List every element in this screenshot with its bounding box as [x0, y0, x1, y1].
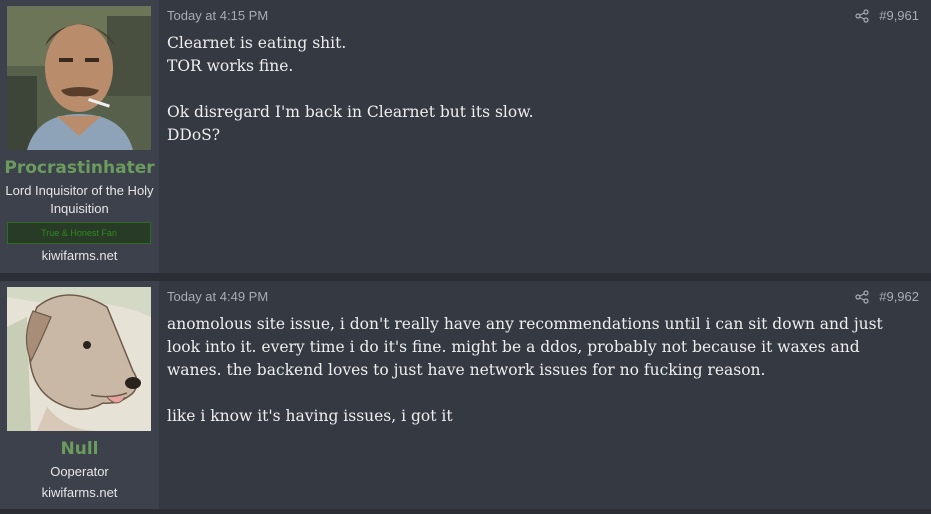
- post-body: Clearnet is eating shit. TOR works fine.…: [167, 32, 919, 170]
- user-panel: Null Ooperator kiwifarms.net: [0, 281, 159, 509]
- post-separator: [0, 509, 931, 514]
- avatar-dog-illustration: [7, 287, 151, 431]
- avatar[interactable]: [7, 287, 151, 431]
- message-post: Null Ooperator kiwifarms.net Today at 4:…: [0, 281, 931, 509]
- user-panel: Procrastinhater Lord Inquisitor of the H…: [0, 0, 159, 273]
- username[interactable]: Null: [0, 439, 159, 459]
- post-line: TOR works fine.: [167, 57, 294, 75]
- post-number[interactable]: #9,962: [879, 289, 919, 304]
- post-separator: [0, 273, 931, 281]
- user-banner: True & Honest Fan: [7, 222, 151, 244]
- user-title: Ooperator: [50, 464, 109, 479]
- user-title: Lord Inquisitor of the Holy Inquisition: [5, 183, 154, 216]
- share-icon[interactable]: [855, 8, 869, 23]
- post-number[interactable]: #9,961: [879, 8, 919, 23]
- post-meta: Today at 4:49 PM #9,962: [167, 289, 919, 305]
- avatar-photo: [7, 6, 151, 150]
- post-line: DDoS?: [167, 126, 221, 144]
- post-line: Ok disregard I'm back in Clearnet but it…: [167, 103, 534, 121]
- post-paragraph: like i know it's having issues, i got it: [167, 407, 453, 425]
- post-paragraph: Ok disregard I'm back in Clearnet but it…: [167, 101, 919, 147]
- share-icon[interactable]: [855, 289, 869, 304]
- post-body: anomolous site issue, i don't really hav…: [167, 313, 919, 451]
- post-line: Clearnet is eating shit.: [167, 34, 347, 52]
- username[interactable]: Procrastinhater: [0, 158, 159, 178]
- post-meta: Today at 4:15 PM #9,961: [167, 8, 919, 24]
- user-site: kiwifarms.net: [41, 485, 118, 500]
- user-site: kiwifarms.net: [41, 248, 118, 263]
- post-timestamp[interactable]: Today at 4:15 PM: [167, 8, 268, 23]
- message-post: Procrastinhater Lord Inquisitor of the H…: [0, 0, 931, 273]
- post-paragraph: Clearnet is eating shit. TOR works fine.: [167, 32, 919, 78]
- avatar[interactable]: [7, 6, 151, 150]
- post-paragraph: anomolous site issue, i don't really hav…: [167, 315, 883, 379]
- post-timestamp[interactable]: Today at 4:49 PM: [167, 289, 268, 304]
